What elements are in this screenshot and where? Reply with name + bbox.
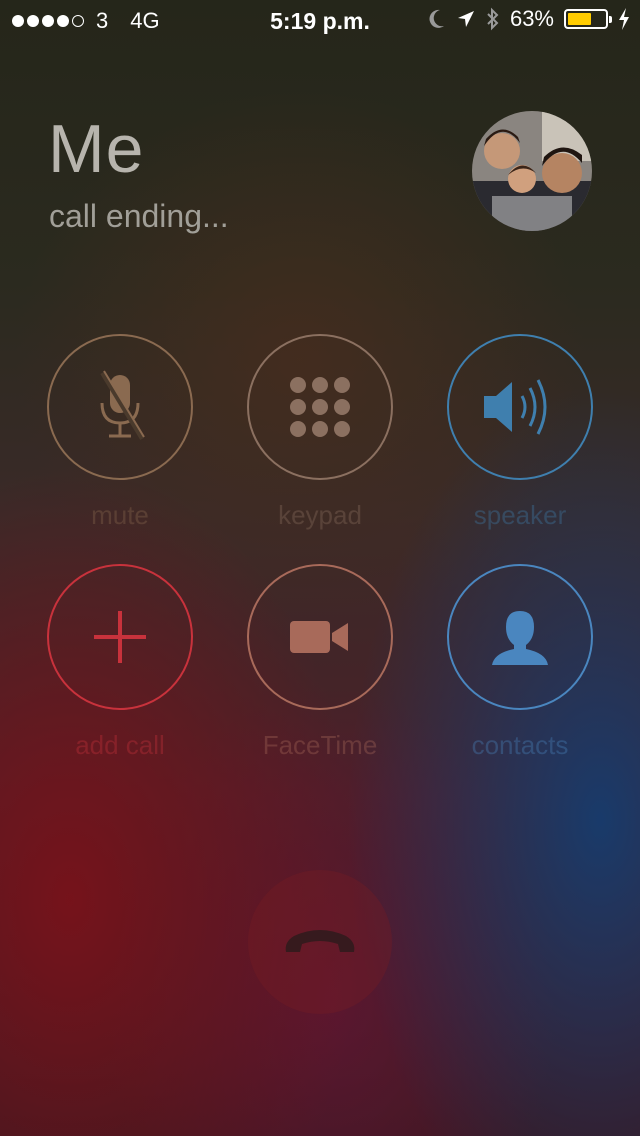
facetime-label: FaceTime [262,730,378,760]
battery-percent: 63% [509,6,554,31]
contacts-label: contacts [471,730,569,760]
add-call-ring[interactable] [47,564,193,710]
charging-bolt-icon [619,8,629,30]
speaker-ring[interactable] [447,334,593,480]
microphone-muted-icon [100,370,145,441]
status-right: 63% [428,6,630,32]
caller-name: Me [48,111,145,187]
facetime-ring[interactable] [247,564,393,710]
add-call-label: add call [75,730,165,760]
battery-level [568,13,591,25]
moon-icon [429,9,444,28]
speaker-label: speaker [473,500,567,530]
status-bar: 3 4G 5:19 p.m. 63% [0,0,640,40]
mute-label: mute [91,500,149,530]
location-arrow-icon [457,11,474,27]
call-status: call ending... [49,198,229,234]
keypad-icon [290,377,350,437]
end-call-button[interactable] [248,870,392,1014]
battery-icon [564,9,612,29]
hang-up-icon [285,930,355,952]
keypad-label: keypad [278,500,362,530]
bluetooth-icon [487,7,499,31]
contacts-ring[interactable] [447,564,593,710]
add-call-button[interactable]: add call [45,564,195,761]
person-icon [492,611,548,665]
video-camera-icon [290,621,348,653]
mute-button[interactable]: mute [45,334,195,531]
plus-icon [94,611,146,663]
mute-ring[interactable] [47,334,193,480]
contacts-button[interactable]: contacts [445,564,595,761]
avatar-photo [472,111,592,231]
facetime-button[interactable]: FaceTime [245,564,395,761]
caller-avatar [472,111,592,231]
speaker-button[interactable]: speaker [445,334,595,531]
keypad-button[interactable]: keypad [245,334,395,531]
keypad-ring[interactable] [247,334,393,480]
speaker-icon [484,379,547,435]
